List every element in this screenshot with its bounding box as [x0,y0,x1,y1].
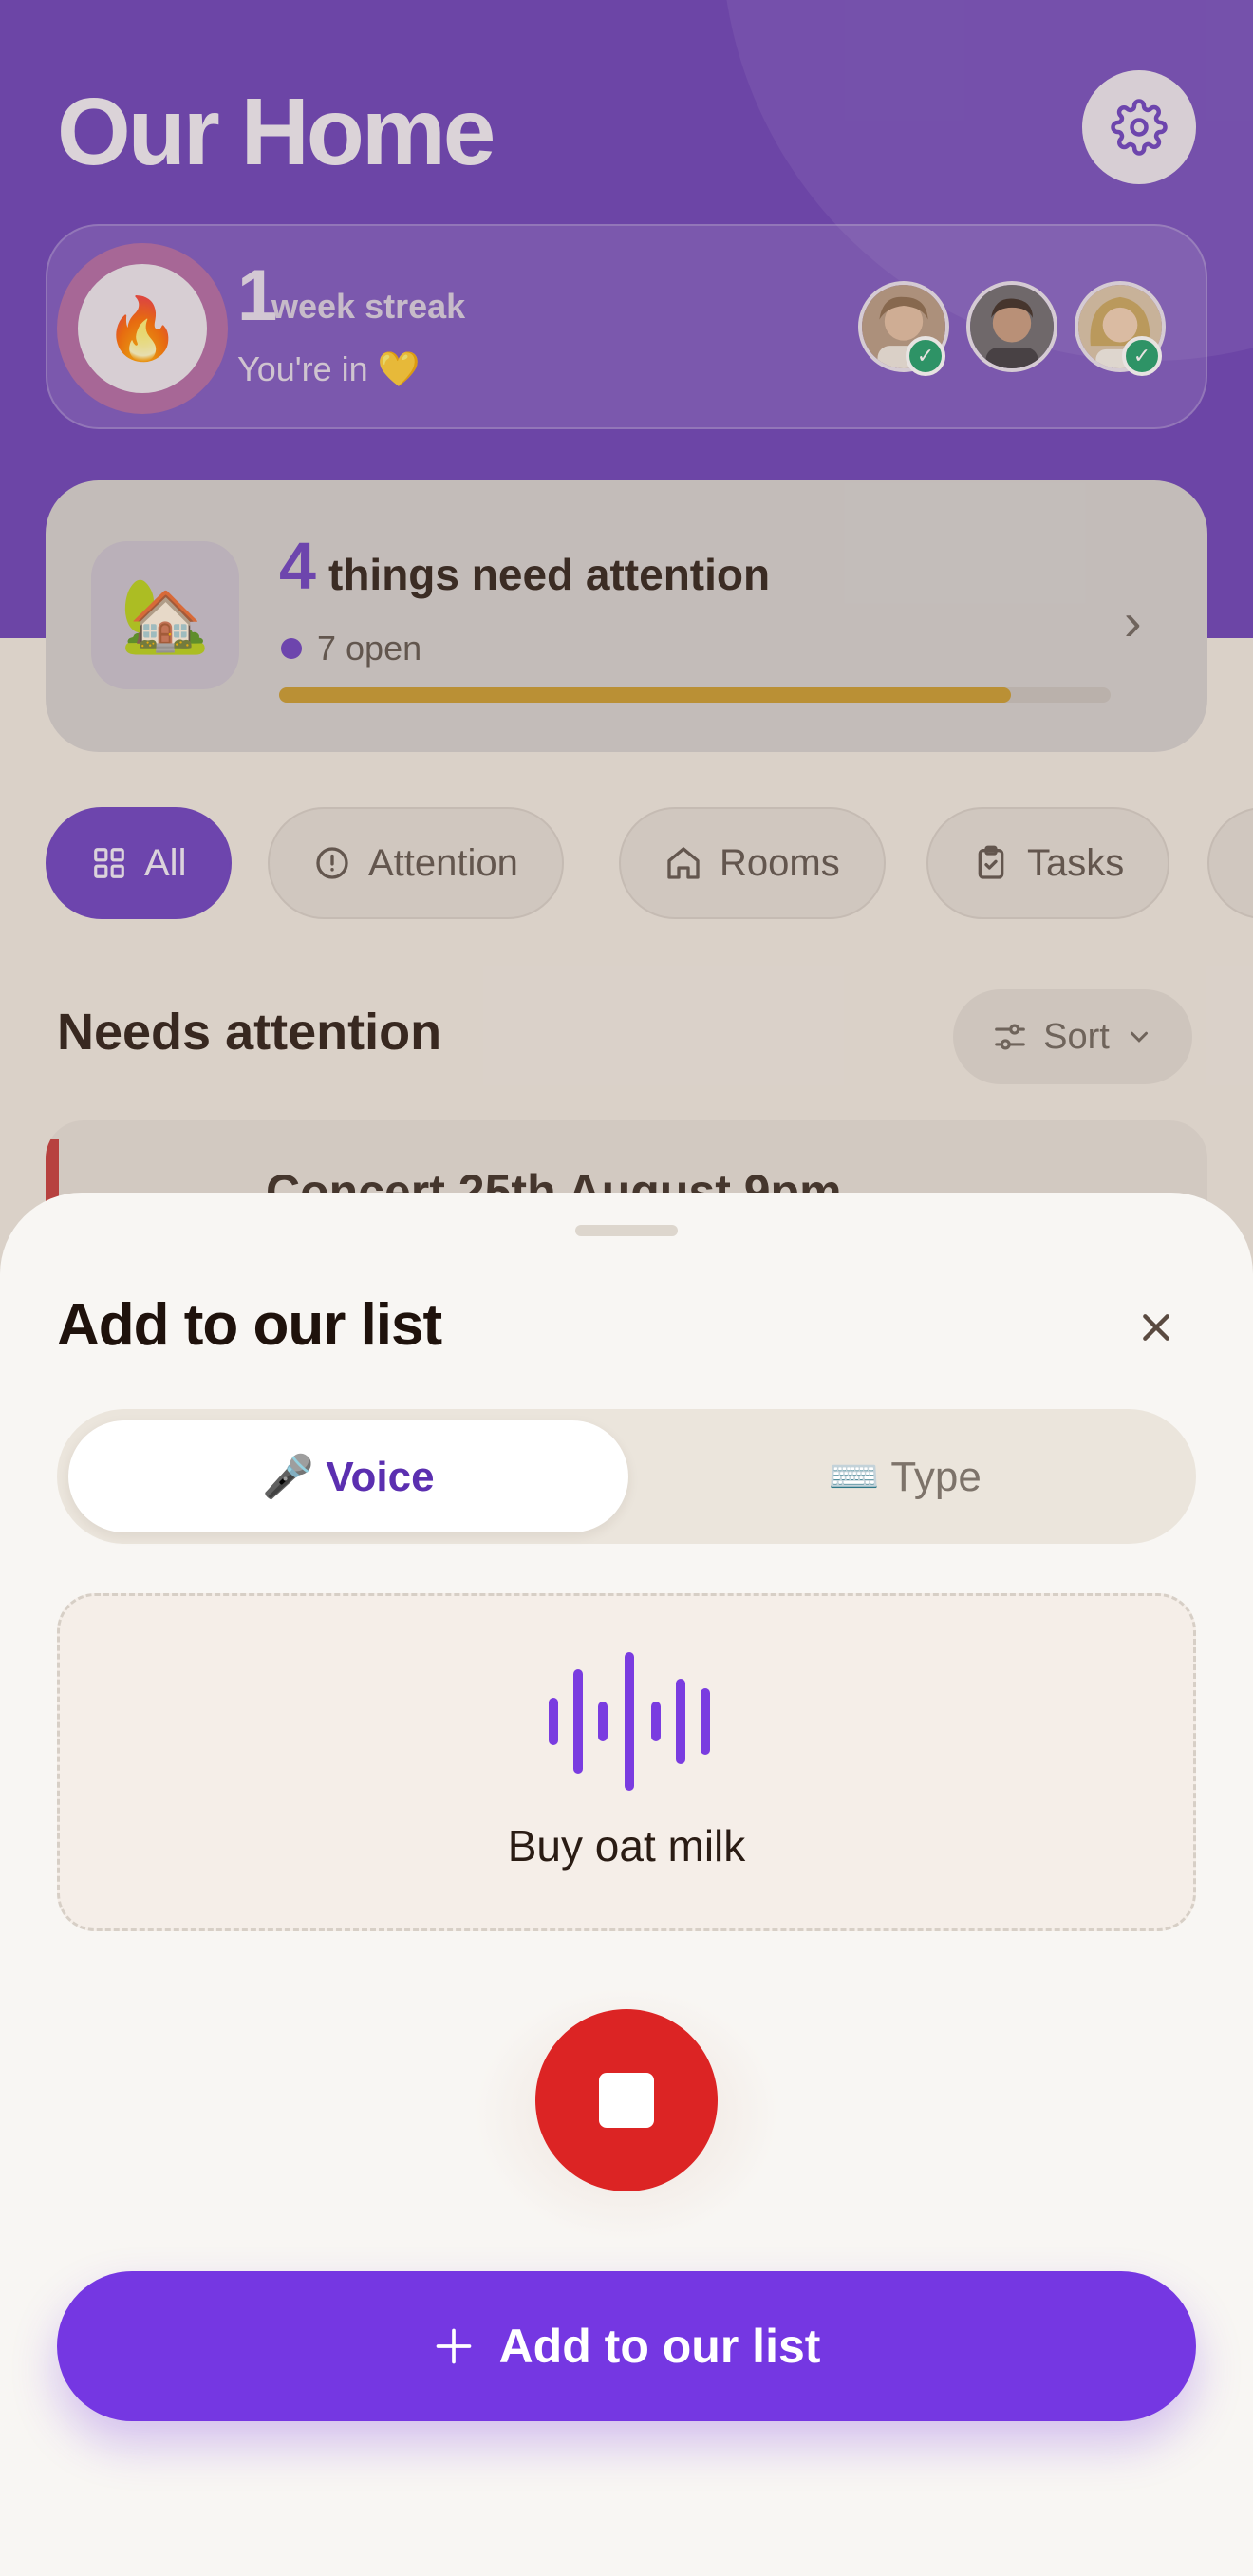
close-icon [1143,1314,1169,1341]
add-to-list-button[interactable]: Add to our list [57,2271,1196,2421]
voice-tab[interactable]: 🎤 Voice [68,1420,628,1532]
stop-recording-button[interactable] [535,2009,718,2191]
close-button[interactable] [1126,1297,1187,1358]
add-item-sheet: Add to our list 🎤 Voice ⌨️ Type Buy oat … [0,1193,1253,2576]
audio-waveform-icon [549,1652,710,1791]
voice-transcript: Buy oat milk [507,1821,746,1871]
drag-handle[interactable] [575,1225,678,1236]
add-to-list-label: Add to our list [498,2320,821,2373]
stop-icon [599,2073,654,2128]
type-tab[interactable]: ⌨️ Type [625,1420,1185,1532]
plus-icon [436,2328,471,2364]
sheet-title: Add to our list [57,1292,442,1358]
input-mode-toggle: 🎤 Voice ⌨️ Type [57,1409,1196,1544]
voice-input-area: Buy oat milk [57,1593,1196,1931]
